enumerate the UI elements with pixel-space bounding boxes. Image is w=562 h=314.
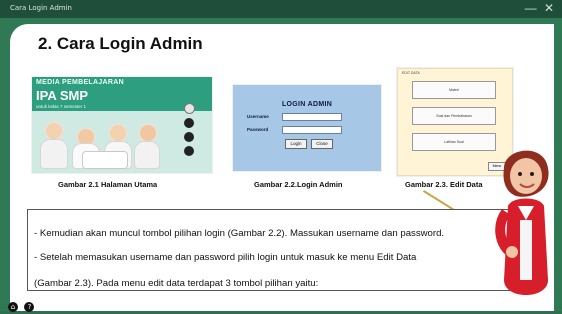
window-titlebar: Cara Login Admin — ✕ (0, 0, 562, 18)
login-title: LOGIN ADMIN (281, 101, 333, 108)
page-title: 2. Cara Login Admin (38, 34, 203, 53)
password-label: Password (247, 127, 269, 132)
instruction-textbox[interactable]: - Kemudian akan muncul tombol pilihan lo… (27, 209, 524, 291)
teacher-hand (506, 246, 518, 258)
students-illustration (38, 113, 178, 171)
person-body (134, 141, 160, 169)
figure-1-title: IPA SMP (36, 88, 89, 103)
person-head (44, 121, 64, 141)
figure-1-caption: Gambar 2.1 Halaman Utama (58, 180, 158, 189)
instruction-line-2: - Setelah memasukan username dan passwor… (34, 252, 417, 263)
teacher-eye (518, 172, 522, 176)
figure-1-menu-buttons (184, 103, 198, 160)
menu-dot-icon (184, 103, 195, 114)
edit-latihan-soal-button: Latihan Soal (412, 133, 496, 151)
teacher-face (510, 158, 542, 194)
menu-dot-icon (184, 118, 194, 128)
person-head (138, 123, 158, 143)
teacher-character (495, 150, 549, 295)
instruction-line-1: - Kemudian akan muncul tombol pilihan lo… (34, 228, 445, 239)
figure-1-main-page: MEDIA PEMBELAJARAN IPA SMP untuk kelas 7… (32, 77, 212, 173)
close-button: Close (311, 139, 333, 149)
window-title: Cara Login Admin (10, 4, 72, 12)
instruction-line-3: (Gambar 2.3). Pada menu edit data terdap… (34, 278, 319, 289)
username-field (282, 113, 342, 121)
edit-materi-button: Materi (412, 81, 496, 99)
menu-dot-icon (184, 146, 194, 156)
teacher-shirt (520, 220, 532, 280)
figure-2-caption: Gambar 2.2.Login Admin (254, 180, 343, 189)
person-body (40, 139, 68, 169)
figure-1-subtitle: untuk kelas 7 semester 1 (36, 104, 87, 109)
edit-soal-pembahasan-button: Soal dan Pembahasan (412, 107, 496, 125)
bottom-icons: ⌂ ? (8, 296, 48, 312)
login-button: Login (285, 139, 307, 149)
open-book (82, 151, 128, 169)
teacher-eye (530, 172, 534, 176)
menu-dot-icon (184, 132, 194, 142)
person-head (108, 123, 128, 143)
window-controls[interactable]: — ✕ (525, 1, 556, 15)
figure-2-login-admin: LOGIN ADMIN Username Password Login Clos… (233, 85, 381, 171)
figure-3-caption: Gambar 2.3. Edit Data (405, 180, 483, 189)
figure-1-kicker: MEDIA PEMBELAJARAN (36, 79, 124, 86)
password-field (282, 126, 342, 134)
username-label: Username (247, 114, 269, 119)
edit-data-header: EDIT DATA (402, 71, 420, 75)
